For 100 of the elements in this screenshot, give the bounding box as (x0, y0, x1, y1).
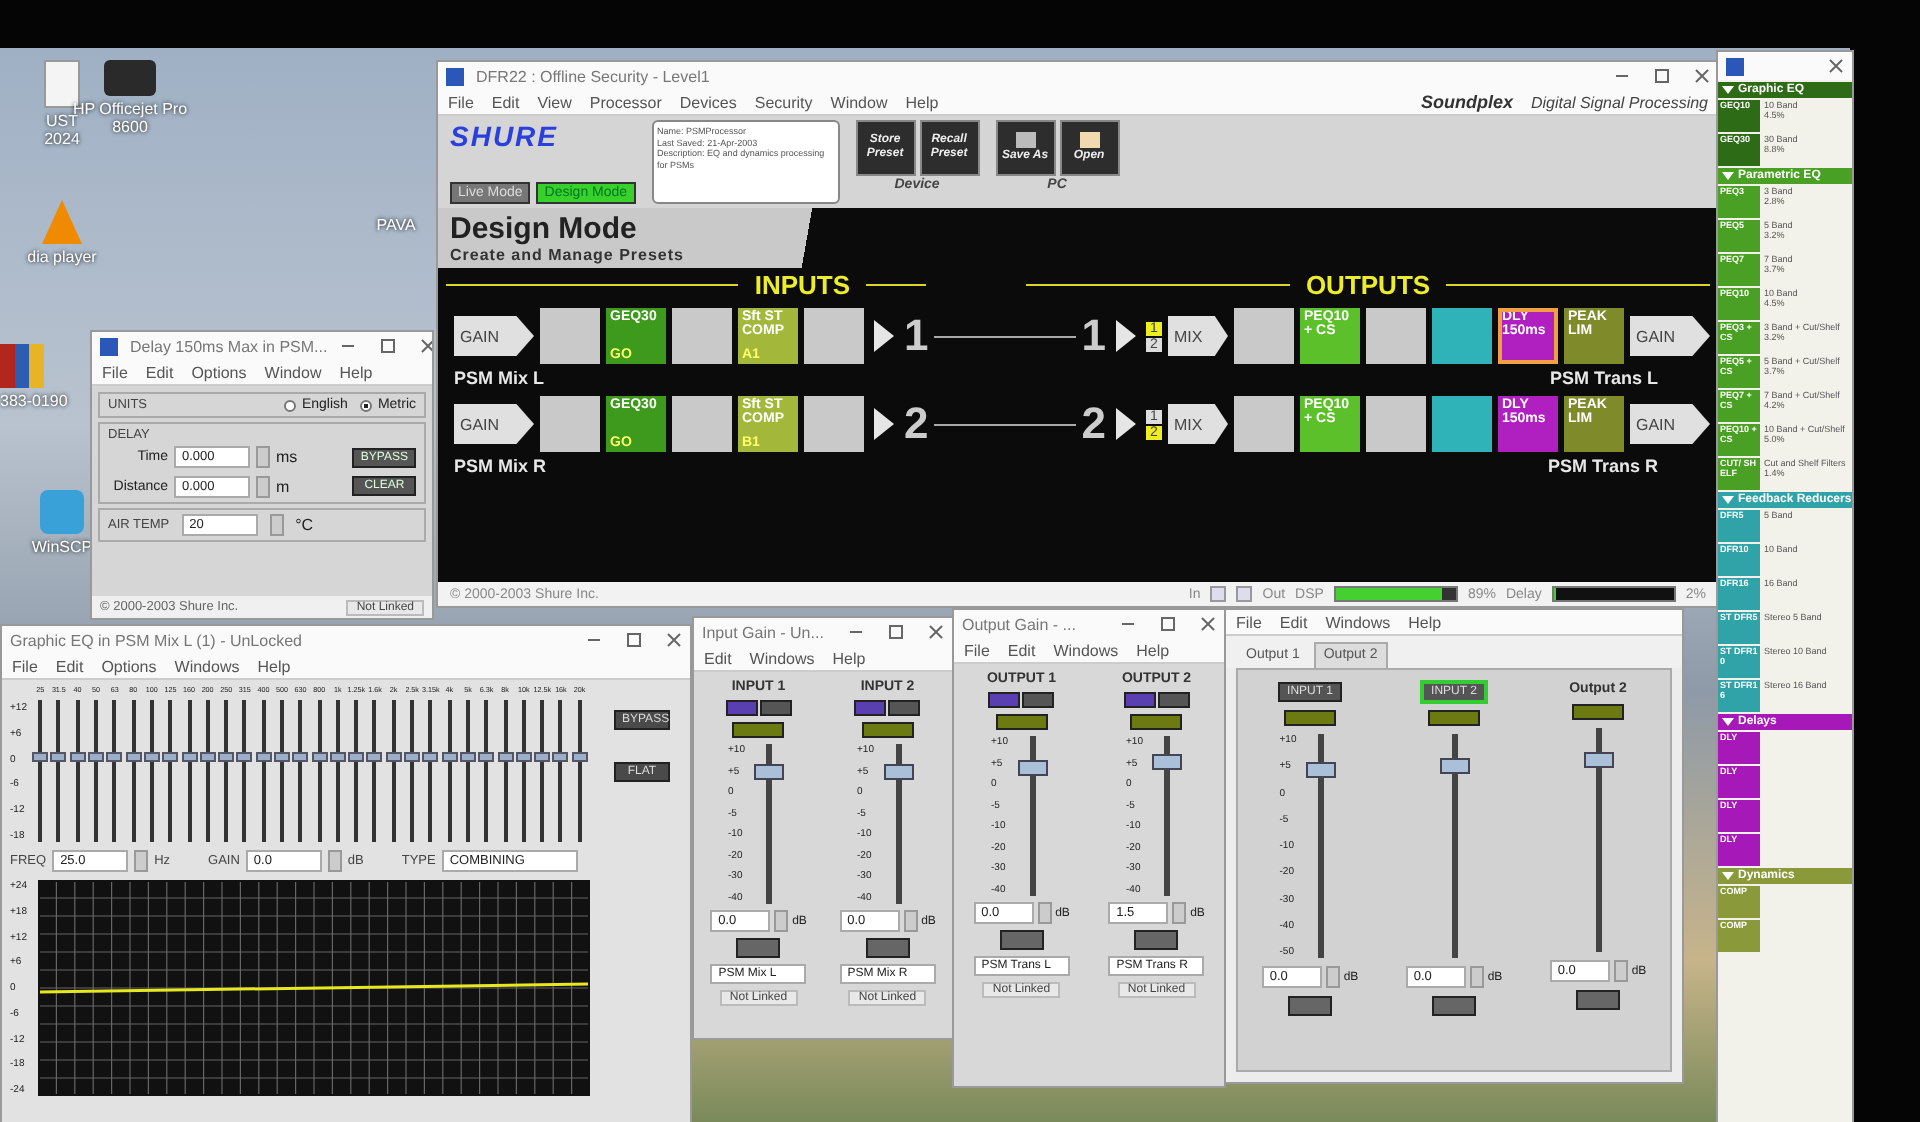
menu-item[interactable]: Edit (1007, 641, 1036, 659)
band-slider-handle[interactable] (236, 752, 253, 763)
maximize-icon[interactable] (1160, 616, 1176, 632)
band-slider-handle[interactable] (385, 752, 402, 763)
menu-item[interactable]: Help (339, 363, 373, 381)
menu-item[interactable]: File (102, 363, 128, 381)
close-icon[interactable] (1694, 68, 1710, 84)
band-slider-handle[interactable] (69, 752, 86, 763)
polarity-button[interactable] (1284, 710, 1336, 726)
fader-handle[interactable] (1152, 753, 1183, 770)
menu-item[interactable]: Help (905, 93, 939, 111)
menu-item[interactable]: Edit (1279, 613, 1308, 631)
mute-button[interactable] (865, 938, 910, 958)
gain-block[interactable]: GAIN (1630, 316, 1710, 356)
band-slider-handle[interactable] (50, 752, 67, 763)
mute-button[interactable] (1134, 930, 1179, 950)
band-slider-handle[interactable] (366, 752, 383, 763)
band-slider-handle[interactable] (441, 752, 458, 763)
gain-block[interactable]: GAIN (454, 404, 534, 444)
close-icon[interactable] (1828, 58, 1844, 74)
fader-handle[interactable] (883, 764, 914, 781)
menu-item[interactable]: Windows (749, 649, 815, 667)
option-button[interactable] (759, 700, 792, 716)
menu-item[interactable]: View (537, 93, 572, 111)
menu-item[interactable]: Window (830, 93, 888, 111)
polarity-button[interactable] (995, 714, 1048, 730)
band-slider-handle[interactable] (329, 752, 346, 763)
menu-item[interactable]: File (964, 641, 990, 659)
close-icon[interactable] (666, 632, 682, 648)
band-slider-handle[interactable] (497, 752, 514, 763)
option-button[interactable] (1022, 692, 1055, 708)
menu-item[interactable]: File (448, 93, 474, 111)
close-icon[interactable] (928, 624, 944, 640)
label-button[interactable] (988, 692, 1021, 708)
mix-block[interactable]: MIX (1168, 404, 1228, 444)
polarity-button[interactable] (1572, 704, 1624, 720)
band-slider-handle[interactable] (32, 752, 49, 763)
fader-handle[interactable] (1017, 760, 1048, 776)
polarity-button[interactable] (861, 722, 914, 738)
label-button[interactable] (854, 700, 887, 716)
menu-item[interactable]: Options (191, 363, 247, 381)
band-slider-handle[interactable] (181, 752, 198, 763)
mute-button[interactable] (736, 938, 781, 958)
band-slider-handle[interactable] (552, 752, 569, 763)
band-slider-handle[interactable] (348, 752, 365, 763)
label-button[interactable] (1123, 692, 1156, 708)
band-slider-handle[interactable] (515, 752, 532, 763)
band-slider-handle[interactable] (404, 752, 421, 763)
menu-item[interactable]: Security (754, 93, 813, 111)
band-slider-handle[interactable] (88, 752, 105, 763)
mute-button[interactable] (999, 930, 1044, 950)
fader-handle[interactable] (1306, 761, 1337, 778)
mix-block[interactable]: MIX (1168, 316, 1228, 356)
menu-item[interactable]: Help (1408, 613, 1442, 631)
menu-item[interactable]: Edit (491, 93, 520, 111)
polarity-button[interactable] (1130, 714, 1183, 730)
band-slider-handle[interactable] (125, 752, 142, 763)
band-slider-handle[interactable] (274, 752, 290, 763)
menu-item[interactable]: Processor (589, 93, 662, 111)
menu-item[interactable]: File (12, 657, 38, 675)
radio-icon[interactable] (283, 399, 296, 411)
band-slider-handle[interactable] (162, 752, 179, 763)
menu-item[interactable]: Help (832, 649, 866, 667)
maximize-icon[interactable] (379, 338, 396, 354)
maximize-icon[interactable] (1654, 68, 1670, 84)
polarity-button[interactable] (1428, 710, 1480, 726)
band-slider-handle[interactable] (422, 752, 439, 763)
label-button[interactable] (725, 700, 758, 716)
menu-item[interactable]: Windows (174, 657, 240, 675)
menu-item[interactable]: Help (257, 657, 291, 675)
band-slider-handle[interactable] (478, 752, 495, 763)
menu-item[interactable]: Options (101, 657, 157, 675)
fader-handle[interactable] (1583, 751, 1613, 768)
close-icon[interactable] (419, 338, 432, 354)
menu-item[interactable]: Help (1136, 641, 1170, 659)
polarity-button[interactable] (732, 722, 785, 738)
radio-icon[interactable] (359, 399, 372, 411)
band-slider-handle[interactable] (292, 752, 309, 763)
band-slider-handle[interactable] (255, 752, 272, 763)
band-slider-handle[interactable] (459, 752, 476, 763)
menu-item[interactable]: Windows (1053, 641, 1119, 659)
maximize-icon[interactable] (626, 632, 642, 648)
menu-item[interactable]: Window (264, 363, 322, 381)
menu-item[interactable]: Edit (145, 363, 174, 381)
menu-item[interactable]: File (1236, 613, 1262, 631)
band-slider-handle[interactable] (106, 752, 123, 763)
gain-block[interactable]: GAIN (1630, 404, 1710, 444)
fader-handle[interactable] (754, 764, 785, 781)
option-button[interactable] (1157, 692, 1190, 708)
band-slider-handle[interactable] (534, 752, 551, 763)
menu-item[interactable]: Windows (1325, 613, 1391, 631)
menu-item[interactable]: Devices (679, 93, 737, 111)
band-slider-handle[interactable] (571, 752, 588, 763)
menu-item[interactable]: Edit (55, 657, 84, 675)
band-slider-handle[interactable] (218, 752, 235, 763)
gain-block[interactable]: GAIN (454, 316, 534, 356)
option-button[interactable] (888, 700, 921, 716)
fader-handle[interactable] (1439, 757, 1469, 774)
maximize-icon[interactable] (888, 624, 904, 640)
close-icon[interactable] (1200, 616, 1216, 632)
